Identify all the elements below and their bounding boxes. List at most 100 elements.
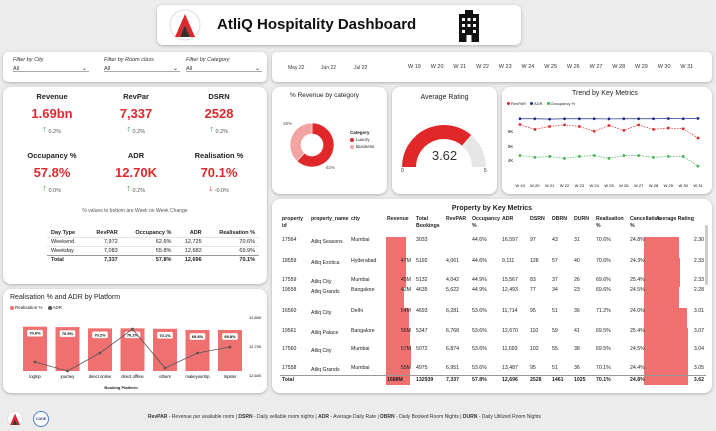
column-header[interactable]: Cancellation % (628, 216, 661, 237)
trend-point[interactable] (666, 155, 670, 158)
column-header[interactable]: RevPAR (444, 216, 470, 237)
table-cell: 53.6% (472, 346, 487, 352)
kpi-card: Revenue 1.69bn 🡑 0.2% RevPar 7,337 🡑 0.2% DSRN 25… (3, 87, 267, 284)
trend-point[interactable] (518, 117, 522, 121)
week-option[interactable]: W 23 (499, 64, 512, 70)
trend-point[interactable] (518, 123, 522, 126)
trend-point[interactable] (622, 128, 626, 132)
trend-point[interactable] (577, 125, 581, 128)
total-cell: 12,696 (502, 376, 518, 383)
table-row[interactable]: 17560 Atliq City Mumbai 57M 5072 6,874 53.6% 11… (280, 346, 706, 365)
trend-point[interactable] (518, 154, 522, 157)
x-tick-label: W 24 (589, 183, 599, 188)
month-option[interactable]: Jul 22 (354, 65, 367, 71)
table-row[interactable]: 18559 Atliq Exotica Hyderabad 47M 5192 4,061 4… (280, 258, 706, 277)
week-option[interactable]: W 28 (612, 64, 625, 70)
week-option[interactable]: W 21 (453, 64, 466, 70)
week-option[interactable]: W 29 (635, 64, 648, 70)
trend-point[interactable] (681, 127, 685, 131)
trend-point[interactable] (681, 117, 685, 121)
column-header[interactable]: DURN (572, 216, 594, 237)
week-option[interactable]: W 24 (522, 64, 535, 70)
table-scrollbar[interactable] (705, 225, 708, 285)
table-cell: 31 (574, 237, 580, 243)
column-header[interactable]: property id (280, 216, 309, 237)
trend-point[interactable] (637, 117, 641, 121)
trend-point[interactable] (607, 117, 611, 121)
table-cell: Atliq Exotica (311, 260, 340, 266)
trend-point[interactable] (592, 129, 596, 133)
column-header[interactable]: Average Rating (654, 216, 706, 237)
trend-point[interactable] (563, 123, 566, 127)
table-cell: Weekend (47, 237, 87, 247)
trend-point[interactable] (607, 156, 611, 160)
week-option[interactable]: W 25 (544, 64, 557, 70)
column-header[interactable]: DBRN (550, 216, 572, 237)
trend-point[interactable] (533, 127, 537, 131)
trend-point[interactable] (548, 117, 552, 121)
week-option[interactable]: W 19 (408, 64, 421, 70)
trend-point[interactable] (666, 126, 670, 130)
trend-point[interactable] (577, 117, 581, 121)
trend-point[interactable] (696, 116, 700, 120)
column-header[interactable]: city (349, 216, 385, 237)
column-header[interactable]: ADR (500, 216, 528, 237)
column-header[interactable]: property_name (309, 216, 349, 237)
day-type-table: Day Type RevPAR Occupancy % ADR Realisation … (47, 229, 259, 264)
trend-point[interactable] (577, 155, 581, 158)
trend-point[interactable] (652, 127, 655, 131)
week-option[interactable]: W 31 (680, 64, 693, 70)
trend-point[interactable] (622, 117, 626, 121)
trend-point[interactable] (681, 155, 685, 158)
donut-label-business: 38% (283, 121, 293, 126)
revenue-value: 56M (400, 328, 411, 334)
trend-point[interactable] (637, 123, 641, 127)
category-filter-label: Filter by Category (186, 57, 230, 63)
table-row[interactable]: 17559 Atliq City Mumbai 45M 5132 4,042 44.9% 15… (280, 277, 706, 287)
table-row[interactable]: 19558 Atliq Grands Bangalore 42M 4635 5,622 44… (280, 287, 706, 308)
week-option[interactable]: W 26 (567, 64, 580, 70)
trend-point[interactable] (592, 154, 596, 157)
city-filter[interactable]: Filter by City All ⌄ (13, 57, 89, 72)
column-header: Realisation % (219, 230, 255, 236)
table-cell: 3.01 (654, 308, 706, 328)
x-tick-label: tripster (224, 374, 237, 379)
y-tick-label: 4K (508, 158, 513, 163)
column-header[interactable]: Total Bookings (414, 216, 444, 237)
room-class-filter[interactable]: Filter by Room class All ⌄ (104, 57, 180, 72)
trend-point[interactable] (548, 155, 552, 158)
trend-point[interactable] (696, 136, 700, 140)
table-row[interactable]: 17564 Atliq Seasons Mumbai 3033 44.6% 16,597 9… (280, 237, 706, 258)
trend-point[interactable] (563, 117, 566, 121)
table-row[interactable]: 19561 Atliq Palace Bangalore 56M 5347 6,768 53… (280, 328, 706, 346)
trend-point[interactable] (652, 156, 655, 159)
column-header[interactable]: DSRN (528, 216, 550, 237)
chevron-down-icon[interactable]: ⌄ (173, 65, 178, 72)
trend-point[interactable] (533, 117, 537, 121)
trend-point[interactable] (652, 117, 655, 121)
trend-point[interactable] (548, 125, 552, 128)
month-option[interactable]: Jun 22 (321, 65, 336, 71)
trend-point[interactable] (607, 124, 611, 127)
atliq-logo-icon (7, 411, 23, 427)
trend-point[interactable] (666, 117, 670, 120)
column-header[interactable]: Realisation % (594, 216, 628, 237)
column-header[interactable]: Occupancy % (470, 216, 500, 237)
chevron-down-icon[interactable]: ⌄ (82, 65, 87, 72)
category-filter[interactable]: Filter by Category All ⌄ (186, 57, 262, 72)
week-option[interactable]: W 20 (431, 64, 444, 70)
trend-point[interactable] (533, 156, 537, 159)
week-option[interactable]: W 30 (658, 64, 671, 70)
trend-point[interactable] (622, 154, 626, 157)
column-header[interactable]: Revenue (385, 216, 414, 237)
week-option[interactable]: W 22 (476, 64, 489, 70)
trend-point[interactable] (592, 117, 596, 121)
legend-label: Luxury (356, 137, 370, 142)
table-row[interactable]: 16560 Atliq City Delhi 54M 4693 6,281 53.6% 11,… (280, 308, 706, 328)
chevron-down-icon[interactable]: ⌄ (255, 65, 260, 72)
week-option[interactable]: W 27 (590, 64, 603, 70)
trend-point[interactable] (637, 154, 641, 157)
month-option[interactable]: May 22 (288, 65, 304, 71)
trend-point[interactable] (696, 164, 700, 168)
trend-point[interactable] (563, 156, 566, 160)
